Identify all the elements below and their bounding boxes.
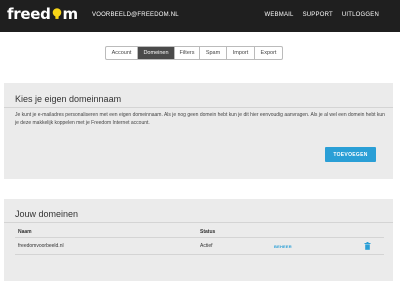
column-header-name: Naam	[18, 229, 32, 235]
lightbulb-icon	[52, 8, 61, 19]
top-bar: freed m VOORBEELD@FREEDOM.NL WEBMAIL SUP…	[0, 0, 400, 32]
table-divider	[15, 237, 384, 238]
account-email: VOORBEELD@FREEDOM.NL	[92, 12, 179, 18]
your-domains-panel: Jouw domeinen Naam Status freedomvoorbee…	[4, 199, 393, 281]
tab-spam[interactable]: Spam	[200, 47, 227, 59]
divider	[4, 222, 393, 223]
nav-logout[interactable]: UITLOGGEN	[342, 12, 379, 18]
nav-webmail[interactable]: WEBMAIL	[264, 12, 293, 18]
domain-name: freedomvoorbeeld.nl	[18, 243, 64, 249]
tab-import[interactable]: Import	[227, 47, 255, 59]
column-header-status: Status	[200, 229, 216, 235]
logo-text-start: freed	[7, 5, 51, 23]
domain-status: Actief	[200, 243, 213, 249]
top-navigation: WEBMAIL SUPPORT UITLOGGEN	[264, 12, 379, 18]
freedom-logo[interactable]: freed m	[7, 5, 78, 23]
choose-domain-panel: Kies je eigen domeinnaam Je kunt je e-ma…	[4, 83, 393, 179]
tab-filters[interactable]: Filters	[175, 47, 200, 59]
table-divider	[15, 254, 384, 255]
tab-account[interactable]: Account	[106, 47, 138, 59]
logo-text-end: m	[62, 5, 79, 23]
choose-domain-title: Kies je eigen domeinnaam	[15, 94, 122, 104]
divider	[4, 107, 393, 108]
choose-domain-text: Je kunt je e-mailadres personaliseren me…	[15, 112, 385, 126]
nav-support[interactable]: SUPPORT	[303, 12, 333, 18]
tab-export[interactable]: Export	[255, 47, 282, 59]
your-domains-title: Jouw domeinen	[15, 209, 79, 219]
settings-tabs: Account Domeinen Filters Spam Import Exp…	[105, 46, 283, 60]
trash-icon[interactable]	[364, 242, 371, 250]
tab-domains[interactable]: Domeinen	[138, 47, 175, 59]
manage-domain-link[interactable]: BEHEER	[274, 244, 292, 249]
add-domain-button[interactable]: TOEVOEGEN	[325, 147, 376, 162]
